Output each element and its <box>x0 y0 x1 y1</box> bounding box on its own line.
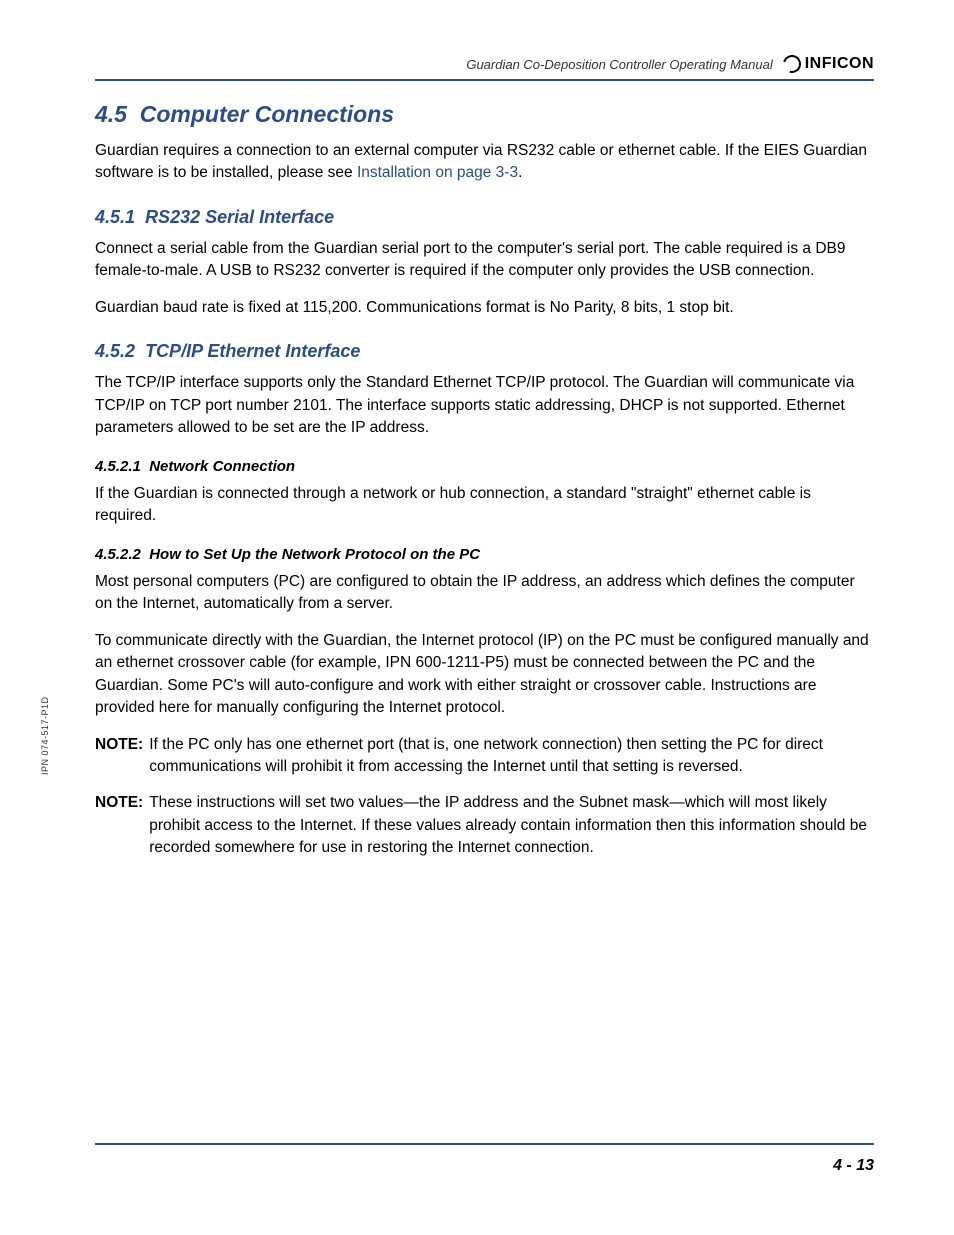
note-label: NOTE: <box>95 734 149 779</box>
manual-title: Guardian Co-Deposition Controller Operat… <box>466 57 772 72</box>
note-2: NOTE: These instructions will set two va… <box>95 792 874 859</box>
sub1-p1: Connect a serial cable from the Guardian… <box>95 238 874 283</box>
subsub-4521: 4.5.2.1 Network Connection <box>95 458 874 475</box>
subsub-4522: 4.5.2.2 How to Set Up the Network Protoc… <box>95 546 874 563</box>
sub2-p1: The TCP/IP interface supports only the S… <box>95 372 874 439</box>
subsection-452: 4.5.2 TCP/IP Ethernet Interface <box>95 341 874 362</box>
note-1-body: If the PC only has one ethernet port (th… <box>149 734 874 779</box>
note-1: NOTE: If the PC only has one ethernet po… <box>95 734 874 779</box>
brand-logo: INFICON <box>783 55 874 73</box>
header-rule <box>95 79 874 81</box>
subsection-451: 4.5.1 RS232 Serial Interface <box>95 207 874 228</box>
note-label: NOTE: <box>95 792 149 859</box>
page-number: 4 - 13 <box>833 1157 874 1175</box>
section-intro: Guardian requires a connection to an ext… <box>95 140 874 185</box>
sub2_2-p1: Most personal computers (PC) are configu… <box>95 571 874 616</box>
sub2_1-p1: If the Guardian is connected through a n… <box>95 483 874 528</box>
page-header: Guardian Co-Deposition Controller Operat… <box>95 55 874 79</box>
brand-text: INFICON <box>805 55 874 73</box>
logo-icon <box>779 52 804 77</box>
sub2_2-p2: To communicate directly with the Guardia… <box>95 630 874 720</box>
sub1-p2: Guardian baud rate is fixed at 115,200. … <box>95 297 874 319</box>
note-2-body: These instructions will set two values—t… <box>149 792 874 859</box>
footer-rule <box>95 1143 874 1145</box>
section-heading: 4.5 Computer Connections <box>95 101 874 128</box>
side-ipn-label: IPN 074-517-P1D <box>40 696 50 775</box>
installation-link[interactable]: Installation on page 3-3 <box>357 164 518 181</box>
